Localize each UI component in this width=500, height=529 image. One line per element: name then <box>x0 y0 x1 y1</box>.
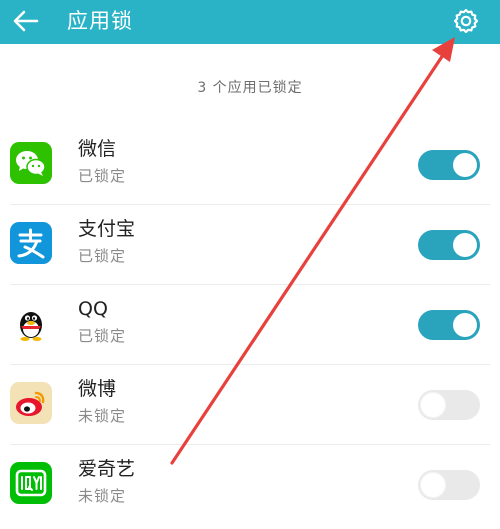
lock-toggle[interactable] <box>418 310 480 340</box>
list-item[interactable]: 爱奇艺 未锁定 <box>0 444 500 524</box>
lock-status: 已锁定 <box>78 327 127 345</box>
list-item[interactable]: 微信 已锁定 <box>0 124 500 204</box>
toggle-knob <box>453 233 477 257</box>
alipay-icon <box>10 222 52 264</box>
gear-icon[interactable] <box>450 5 482 37</box>
toggle-knob <box>421 393 445 417</box>
lock-toggle[interactable] <box>418 470 480 500</box>
lock-toggle[interactable] <box>418 230 480 260</box>
locked-count-summary: 3 个应用已锁定 <box>197 80 303 96</box>
toggle-knob <box>453 313 477 337</box>
lock-toggle[interactable] <box>418 150 480 180</box>
qq-penguin-icon <box>10 302 52 344</box>
iqiyi-icon <box>10 462 52 504</box>
wechat-icon <box>10 142 52 184</box>
app-name: 爱奇艺 <box>78 458 136 480</box>
toggle-knob <box>453 153 477 177</box>
list-item[interactable]: QQ 已锁定 <box>0 284 500 364</box>
back-arrow-icon[interactable] <box>10 6 42 36</box>
lock-status: 未锁定 <box>78 487 127 505</box>
lock-toggle[interactable] <box>418 390 480 420</box>
page-title: 应用锁 <box>67 9 133 33</box>
app-name: 微博 <box>78 378 117 400</box>
lock-status: 已锁定 <box>78 167 127 185</box>
toggle-knob <box>421 473 445 497</box>
app-bar: 应用锁 <box>0 0 500 44</box>
list-item[interactable]: 微博 未锁定 <box>0 364 500 444</box>
app-name: QQ <box>78 298 108 320</box>
weibo-icon <box>10 382 52 424</box>
app-name: 微信 <box>78 138 117 160</box>
lock-status: 已锁定 <box>78 247 127 265</box>
list-item[interactable]: 支付宝 已锁定 <box>0 204 500 284</box>
lock-status: 未锁定 <box>78 407 127 425</box>
app-name: 支付宝 <box>78 218 136 240</box>
